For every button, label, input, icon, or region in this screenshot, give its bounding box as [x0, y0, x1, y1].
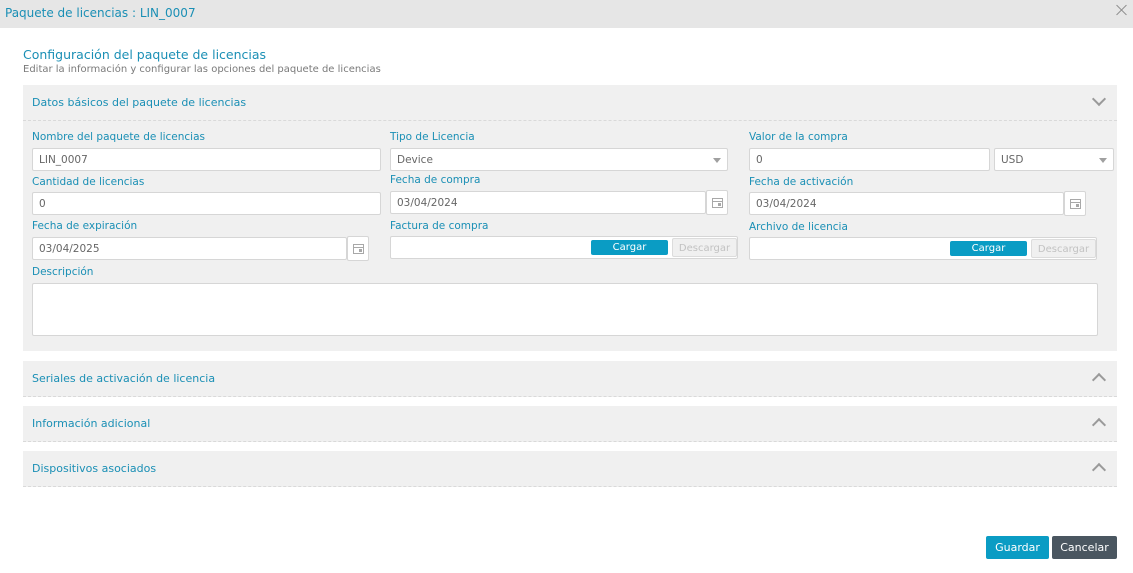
page-title: Configuración del paquete de licencias — [23, 47, 267, 62]
save-button[interactable]: Guardar — [986, 536, 1049, 559]
close-icon[interactable] — [1115, 3, 1129, 17]
calendar-icon — [712, 198, 723, 208]
devices-title: Dispositivos asociados — [32, 462, 157, 475]
dropdown-arrow-icon — [713, 158, 721, 163]
license-type-select[interactable]: Device — [390, 148, 728, 171]
license-file-label: Archivo de licencia — [749, 221, 848, 233]
dropdown-arrow-icon — [1099, 158, 1107, 163]
license-file-download-button: Descargar — [1031, 239, 1096, 258]
description-textarea[interactable] — [32, 283, 1098, 336]
purchase-value-label: Valor de la compra — [749, 131, 848, 143]
devices-header[interactable]: Dispositivos asociados — [23, 451, 1117, 487]
activation-date-input[interactable]: 03/04/2024 — [749, 192, 1064, 215]
chevron-up-icon[interactable] — [1091, 372, 1107, 388]
description-label: Descripción — [32, 266, 94, 278]
chevron-up-icon[interactable] — [1091, 462, 1107, 478]
package-name-label: Nombre del paquete de licencias — [32, 131, 206, 143]
calendar-icon — [353, 244, 364, 254]
activation-date-label: Fecha de activación — [749, 176, 854, 188]
chevron-up-icon[interactable] — [1091, 417, 1107, 433]
purchase-invoice-field: Cargar Descargar — [390, 236, 738, 259]
purchase-value-input[interactable]: 0 — [749, 148, 990, 171]
page-subtitle: Editar la información y configurar las o… — [23, 64, 381, 75]
currency-value: USD — [1001, 154, 1024, 166]
purchase-invoice-label: Factura de compra — [390, 220, 489, 232]
currency-select[interactable]: USD — [994, 148, 1114, 171]
window-titlebar: Paquete de licencias : LIN_0007 — [0, 0, 1133, 28]
additional-info-title: Información adicional — [32, 417, 151, 430]
expiration-date-calendar-button[interactable] — [347, 236, 369, 261]
serials-header[interactable]: Seriales de activación de licencia — [23, 361, 1117, 397]
devices-panel: Dispositivos asociados — [23, 451, 1117, 487]
calendar-icon — [1070, 199, 1081, 209]
license-count-label: Cantidad de licencias — [32, 176, 145, 188]
license-type-value: Device — [397, 154, 433, 166]
additional-info-header[interactable]: Información adicional — [23, 406, 1117, 442]
purchase-invoice-upload-button[interactable]: Cargar — [591, 240, 668, 255]
serials-panel: Seriales de activación de licencia — [23, 361, 1117, 397]
package-name-input[interactable]: LIN_0007 — [32, 148, 381, 171]
chevron-down-icon[interactable] — [1091, 91, 1107, 107]
basic-data-header[interactable]: Datos básicos del paquete de licencias — [23, 85, 1117, 121]
purchase-invoice-download-button: Descargar — [672, 238, 737, 257]
additional-info-panel: Información adicional — [23, 406, 1117, 442]
expiration-date-input[interactable]: 03/04/2025 — [32, 237, 347, 260]
basic-data-title: Datos básicos del paquete de licencias — [32, 96, 247, 109]
license-file-field: Cargar Descargar — [749, 237, 1097, 260]
license-type-label: Tipo de Licencia — [390, 131, 475, 143]
license-count-input[interactable]: 0 — [32, 192, 381, 215]
purchase-date-input[interactable]: 03/04/2024 — [390, 191, 706, 214]
expiration-date-label: Fecha de expiración — [32, 220, 138, 232]
cancel-button[interactable]: Cancelar — [1052, 536, 1117, 559]
purchase-date-label: Fecha de compra — [390, 174, 481, 186]
activation-date-calendar-button[interactable] — [1064, 191, 1086, 216]
basic-data-panel: Datos básicos del paquete de licencias N… — [23, 85, 1117, 351]
purchase-date-calendar-button[interactable] — [706, 190, 728, 215]
window-title: Paquete de licencias : LIN_0007 — [5, 6, 196, 20]
license-file-upload-button[interactable]: Cargar — [950, 241, 1027, 256]
serials-title: Seriales de activación de licencia — [32, 372, 216, 385]
